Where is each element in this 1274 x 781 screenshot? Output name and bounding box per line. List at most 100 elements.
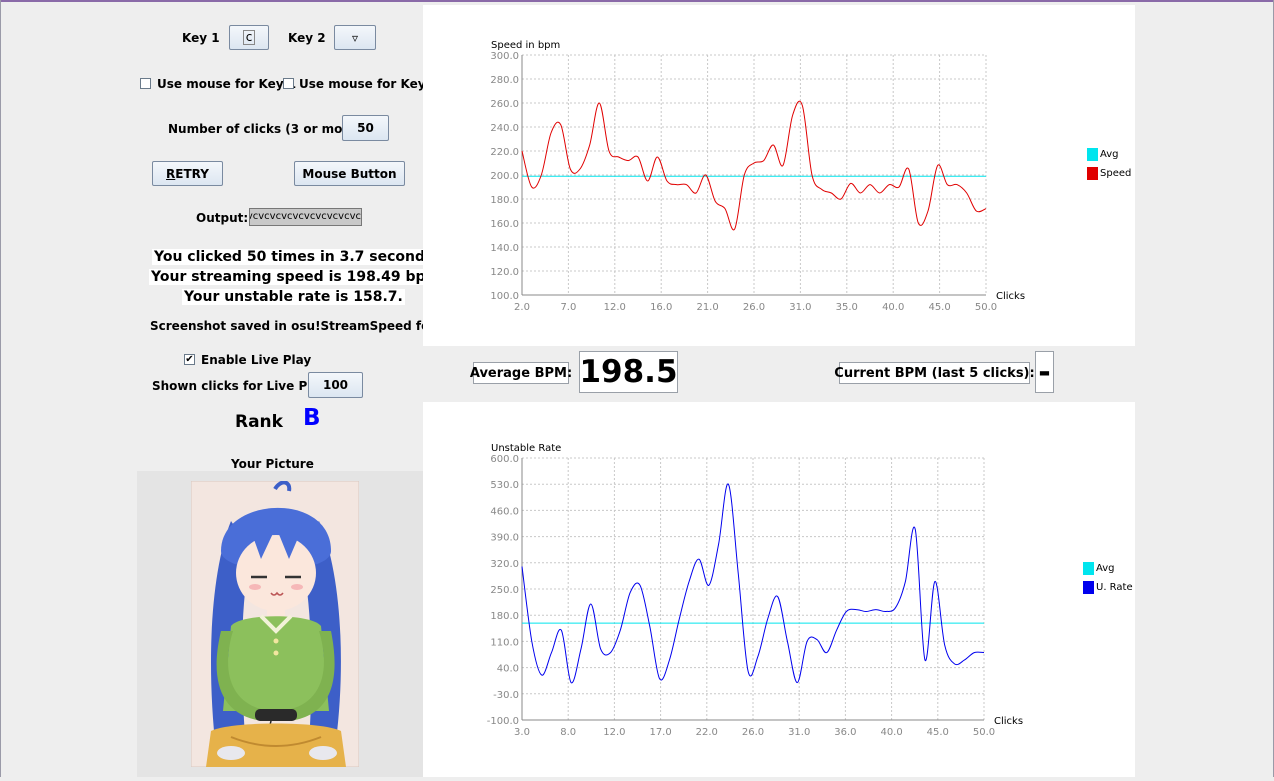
clicks-input[interactable]: 50 — [342, 115, 389, 141]
average-bpm-label: Average BPM: — [470, 362, 572, 384]
mouse-button[interactable]: Mouse Button — [294, 161, 405, 186]
mouse-key2-label: Use mouse for Key 2 — [299, 77, 439, 91]
ur-y-tick-label: 530.0 — [490, 480, 519, 491]
key2-button[interactable]: ▿ — [334, 25, 376, 50]
legend-label: Avg — [1096, 563, 1115, 574]
ur-chart-panel: 3.0 8.0 12.0 17.0 22.0 26.0 31.0 36.0 40.0 45.0 50… — [423, 402, 1135, 777]
key1-label: Key 1 — [182, 31, 220, 45]
mouse-key2-checkbox[interactable] — [283, 78, 294, 89]
ur-y-tick-label: -30.0 — [493, 690, 519, 701]
rank-label: Rank — [235, 412, 283, 432]
shown-clicks-input[interactable]: 100 — [308, 372, 363, 398]
ur-y-tick-label: 180.0 — [490, 611, 519, 622]
ur-x-tick-label: 12.0 — [603, 727, 625, 738]
speed-y-tick-label: 100.0 — [490, 291, 519, 302]
key1-button[interactable]: c — [229, 25, 269, 50]
legend-label: Speed — [1100, 168, 1132, 179]
speed-x-tick-label: 31.0 — [789, 302, 811, 313]
ur-y-tick-label: 600.0 — [490, 454, 519, 465]
ur-legend-rate: U. Rate — [1083, 581, 1133, 594]
current-bpm-label: Current BPM (last 5 clicks): — [834, 362, 1035, 384]
speed-chart: 2.0 7.0 12.0 16.0 21.0 26.0 31.0 35.0 40.0 45.0 50… — [490, 40, 1025, 313]
ur-x-tick-label: 8.0 — [560, 727, 576, 738]
speed-x-tick-label: 7.0 — [560, 302, 576, 313]
speed-y-tick-label: 240.0 — [490, 123, 519, 134]
retry-button[interactable]: R ETRY — [152, 161, 223, 186]
clicks-label: Number of clicks (3 or more): — [168, 122, 367, 136]
result-speed-text: Your streaming speed is 198.49 bpm. — [149, 269, 448, 285]
speed-y-tick-label: 160.0 — [490, 219, 519, 230]
speed-y-tick-label: 180.0 — [490, 195, 519, 206]
speed-x-tick-label: 35.0 — [836, 302, 858, 313]
key2-label: Key 2 — [288, 31, 326, 45]
ur-x-tick-label: 17.0 — [649, 727, 671, 738]
speed-legend-speed: Speed — [1087, 167, 1131, 180]
output-label: Output: — [196, 211, 249, 225]
enable-live-play-checkbox[interactable]: ✔ — [184, 354, 195, 365]
result-ur-text: Your unstable rate is 158.7. — [182, 289, 405, 305]
ur-x-tick-label: 31.0 — [788, 727, 810, 738]
shown-clicks-label: Shown clicks for Live Play: — [152, 379, 332, 393]
rank-value: B — [303, 405, 321, 431]
speed-y-tick-label: 200.0 — [490, 171, 519, 182]
speed-y-tick-label: 140.0 — [490, 243, 519, 254]
speed-y-tick-label: 280.0 — [490, 75, 519, 86]
ur-legend-avg: Avg — [1083, 562, 1115, 575]
ur-x-tick-label: 36.0 — [834, 727, 856, 738]
speed-x-tick-label: 45.0 — [928, 302, 950, 313]
speed-legend-avg: Avg — [1087, 148, 1119, 161]
result-clicks-text: You clicked 50 times in 3.7 seconds. — [152, 249, 441, 265]
ur-x-tick-label: 40.0 — [880, 727, 902, 738]
speed-y-tick-label: 260.0 — [490, 99, 519, 110]
ur-chart: 3.0 8.0 12.0 17.0 22.0 26.0 31.0 36.0 40.0 45.0 50… — [487, 443, 1023, 738]
speed-x-tick-label: 26.0 — [743, 302, 765, 313]
speed-x-tick-label: 2.0 — [514, 302, 530, 313]
screenshot-note: Screenshot saved in osu!StreamSpeed fold… — [150, 319, 459, 333]
speed-x-tick-label: 21.0 — [696, 302, 718, 313]
ur-x-tick-label: 26.0 — [742, 727, 764, 738]
ur-y-axis-label: Unstable Rate — [491, 443, 561, 454]
legend-swatch — [1087, 167, 1098, 180]
ur-x-tick-label: 3.0 — [514, 727, 530, 738]
mouse-key1-label: Use mouse for Key 1 — [157, 77, 297, 91]
ur-x-tick-label: 45.0 — [927, 727, 949, 738]
enable-live-play-label: Enable Live Play — [201, 353, 312, 367]
output-value: vcvcvcvcvcvcvcvcvcvcvcvcvcvcvcvcvcvcvcvc… — [250, 211, 361, 222]
speed-x-tick-label: 16.0 — [650, 302, 672, 313]
ur-x-axis-label: Clicks — [994, 716, 1023, 727]
output-field[interactable]: vcvcvcvcvcvcvcvcvcvcvcvcvcvcvcvcvcvcvcvc… — [249, 208, 362, 226]
ur-y-tick-label: 40.0 — [497, 664, 519, 675]
ur-y-tick-label: 390.0 — [490, 533, 519, 544]
ur-y-tick-label: 250.0 — [490, 585, 519, 596]
speed-x-tick-label: 12.0 — [604, 302, 626, 313]
speed-x-tick-label: 40.0 — [882, 302, 904, 313]
ur-x-tick-label: 22.0 — [696, 727, 718, 738]
speed-y-tick-label: 300.0 — [490, 51, 519, 62]
ur-y-tick-label: 110.0 — [490, 637, 519, 648]
window-frame-left — [0, 0, 1, 777]
speed-y-tick-label: 120.0 — [490, 267, 519, 278]
legend-label: Avg — [1100, 149, 1119, 160]
retry-label: ETRY — [175, 166, 209, 181]
picture-label: Your Picture — [231, 457, 314, 471]
mouse-key1-checkbox[interactable] — [140, 78, 151, 89]
legend-swatch — [1083, 581, 1094, 594]
speed-y-tick-label: 220.0 — [490, 147, 519, 158]
ur-y-tick-label: 460.0 — [490, 506, 519, 517]
legend-swatch — [1083, 562, 1094, 575]
key1-value: c — [242, 30, 256, 45]
ur-y-tick-label: 320.0 — [490, 559, 519, 570]
window-frame-top — [0, 0, 1274, 2]
speed-x-tick-label: 50.0 — [975, 302, 997, 313]
speed-chart-panel: 2.0 7.0 12.0 16.0 21.0 26.0 31.0 35.0 40.0 45.0 50… — [423, 5, 1135, 346]
speed-x-axis-label: Clicks — [996, 291, 1025, 302]
legend-swatch — [1087, 148, 1098, 161]
legend-label: U. Rate — [1096, 582, 1133, 593]
ur-x-tick-label: 50.0 — [973, 727, 995, 738]
ur-y-tick-label: -100.0 — [487, 716, 519, 727]
average-bpm-value: 198.5 — [579, 351, 678, 393]
current-bpm-value: - — [1035, 351, 1054, 393]
user-picture — [191, 481, 359, 767]
speed-y-axis-label: Speed in bpm — [491, 40, 560, 51]
retry-mnemonic: R — [166, 166, 176, 181]
